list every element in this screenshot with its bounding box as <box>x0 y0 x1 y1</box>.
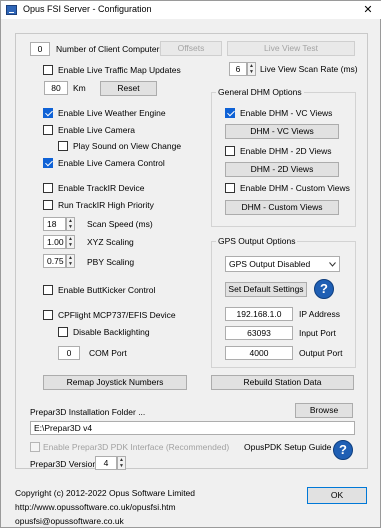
ip-address-label: IP Address <box>299 309 340 319</box>
disable-backlight-label: Disable Backlighting <box>73 327 150 337</box>
input-port-label: Input Port <box>299 328 336 338</box>
client-computers-field[interactable]: 0 <box>30 42 50 56</box>
live-camera-control-label: Enable Live Camera Control <box>58 158 165 168</box>
trackir-priority-label: Run TrackIR High Priority <box>58 200 154 210</box>
p3d-folder-label: Prepar3D Installation Folder ... <box>30 407 146 417</box>
dhm-vc-button[interactable]: DHM - VC Views <box>225 124 339 139</box>
ip-address-field[interactable]: 192.168.1.0 <box>225 307 293 321</box>
ok-button[interactable]: OK <box>307 487 367 504</box>
spin-down-icon[interactable]: ▼ <box>248 69 255 75</box>
live-camera-label: Enable Live Camera <box>58 125 136 135</box>
pby-scaling-spinner[interactable]: ▲ ▼ <box>66 254 75 268</box>
dhm-custom-checkbox[interactable] <box>225 183 235 193</box>
chevron-down-icon[interactable] <box>329 262 336 267</box>
spin-down-icon[interactable]: ▼ <box>67 261 74 267</box>
dhm-vc-checkbox[interactable] <box>225 108 235 118</box>
dhm-group-title: General DHM Options <box>216 87 304 98</box>
cpflight-label: CPFlight MCP737/EFIS Device <box>58 310 176 320</box>
scan-rate-spinner[interactable]: ▲ ▼ <box>247 62 256 76</box>
window-title: Opus FSI Server - Configuration <box>23 4 152 14</box>
pdk-interface-label: Enable Prepar3D PDK Interface (Recommend… <box>43 442 230 452</box>
browse-button[interactable]: Browse <box>295 403 353 418</box>
input-port-field[interactable]: 63093 <box>225 326 293 340</box>
live-weather-checkbox[interactable] <box>43 108 53 118</box>
disable-backlight-checkbox[interactable] <box>58 327 68 337</box>
dhm-2d-button[interactable]: DHM - 2D Views <box>225 162 339 177</box>
client-computers-label: Number of Client Computers <box>56 44 164 54</box>
spin-down-icon[interactable]: ▼ <box>118 463 125 469</box>
dhm-custom-label: Enable DHM - Custom Views <box>240 183 350 193</box>
dhm-vc-label: Enable DHM - VC Views <box>240 108 333 118</box>
com-port-label: COM Port <box>89 348 127 358</box>
offsets-button[interactable]: Offsets <box>160 41 222 56</box>
scan-rate-label: Live View Scan Rate (ms) <box>260 64 358 74</box>
title-bar: Opus FSI Server - Configuration ✕ <box>1 1 381 19</box>
gps-group-title: GPS Output Options <box>216 236 298 247</box>
live-camera-control-checkbox[interactable] <box>43 158 53 168</box>
km-label: Km <box>73 83 86 93</box>
play-sound-label: Play Sound on View Change <box>73 141 182 151</box>
xyz-scaling-spinner[interactable]: ▲ ▼ <box>66 235 75 249</box>
rebuild-station-data-button[interactable]: Rebuild Station Data <box>211 375 354 390</box>
pdk-help-icon[interactable]: ? <box>333 440 353 460</box>
copyright-text: Copyright (c) 2012-2022 Opus Software Li… <box>15 488 196 498</box>
scan-speed-spinner[interactable]: ▲ ▼ <box>66 217 75 231</box>
xyz-scaling-field[interactable]: 1.00 <box>43 235 66 249</box>
xyz-scaling-label: XYZ Scaling <box>87 237 134 247</box>
pby-scaling-label: PBY Scaling <box>87 257 135 267</box>
p3d-version-spinner[interactable]: ▲ ▼ <box>117 456 126 470</box>
trackir-checkbox[interactable] <box>43 183 53 193</box>
buttkicker-checkbox[interactable] <box>43 285 53 295</box>
config-window: Opus FSI Server - Configuration ✕ 0 Numb… <box>0 0 381 528</box>
reset-button[interactable]: Reset <box>100 81 157 96</box>
km-field[interactable]: 80 <box>44 81 68 95</box>
gps-help-icon[interactable]: ? <box>314 279 334 299</box>
buttkicker-label: Enable ButtKicker Control <box>58 285 156 295</box>
output-port-field[interactable]: 4000 <box>225 346 293 360</box>
com-port-field[interactable]: 0 <box>58 346 80 360</box>
email-link[interactable]: opusfsi@opussoftware.co.uk <box>15 516 124 527</box>
output-port-label: Output Port <box>299 348 343 358</box>
pdk-guide-label: OpusPDK Setup Guide <box>244 442 332 452</box>
close-icon[interactable]: ✕ <box>354 1 381 19</box>
spin-down-icon[interactable]: ▼ <box>67 224 74 230</box>
scan-speed-label: Scan Speed (ms) <box>87 219 153 229</box>
remap-joystick-button[interactable]: Remap Joystick Numbers <box>43 375 187 390</box>
website-link[interactable]: http://www.opussoftware.co.uk/opusfsi.ht… <box>15 502 176 513</box>
spin-down-icon[interactable]: ▼ <box>67 242 74 248</box>
live-traffic-checkbox[interactable] <box>43 65 53 75</box>
live-camera-checkbox[interactable] <box>43 125 53 135</box>
gps-output-select[interactable]: GPS Output Disabled <box>225 256 340 272</box>
p3d-version-field[interactable]: 4 <box>95 456 117 470</box>
scan-speed-field[interactable]: 18 <box>43 217 66 231</box>
dhm-custom-button[interactable]: DHM - Custom Views <box>225 200 339 215</box>
play-sound-checkbox[interactable] <box>58 141 68 151</box>
p3d-version-label: Prepar3D Version <box>30 459 98 469</box>
trackir-priority-checkbox[interactable] <box>43 200 53 210</box>
app-icon <box>6 5 17 15</box>
set-default-settings-button[interactable]: Set Default Settings <box>225 282 307 297</box>
gps-output-value: GPS Output Disabled <box>229 259 311 269</box>
p3d-folder-field[interactable]: E:\Prepar3D v4 <box>30 421 355 435</box>
cpflight-checkbox[interactable] <box>43 310 53 320</box>
live-weather-label: Enable Live Weather Engine <box>58 108 166 118</box>
pdk-interface-checkbox[interactable] <box>30 442 40 452</box>
live-traffic-label: Enable Live Traffic Map Updates <box>58 65 181 75</box>
dhm-2d-checkbox[interactable] <box>225 146 235 156</box>
live-view-test-button[interactable]: Live View Test <box>227 41 355 56</box>
dhm-2d-label: Enable DHM - 2D Views <box>240 146 332 156</box>
pby-scaling-field[interactable]: 0.75 <box>43 254 66 268</box>
scan-rate-field[interactable]: 6 <box>229 62 247 76</box>
trackir-label: Enable TrackIR Device <box>58 183 145 193</box>
